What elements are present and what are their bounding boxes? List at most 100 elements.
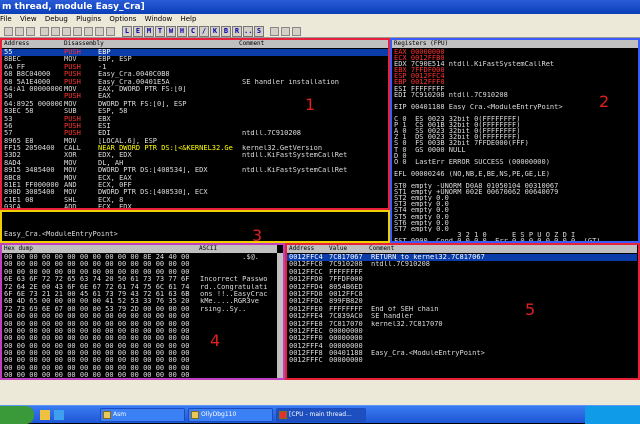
disassembly-list[interactable]: 55 PUSH EBP 8BEC MOV EBP, ESP 6A FF PUSH -1 68 B8… — [2, 49, 388, 208]
toolbar-btn-k[interactable]: K — [210, 26, 220, 37]
disasm-row[interactable]: 57 PUSH EDI ntdll.7C910208 — [2, 130, 388, 137]
toolbar-btn-c[interactable]: C — [188, 26, 198, 37]
disasm-row[interactable]: C1E1 08 SHL ECX, 8 — [2, 197, 388, 204]
stack-pane[interactable]: Address Value Comment 0012FFC4 7C817067 RE… — [285, 243, 640, 380]
disasm-row[interactable]: 55 PUSH EBP — [2, 49, 388, 57]
dump-row[interactable]: 00 00 00 00 00 00 00 00 00 00 00 00 00 0… — [4, 335, 276, 342]
registers-list[interactable]: EAX 00000000 ECX 0012FFB0 EDX 7C90E514 ntd… — [394, 49, 638, 241]
stack-row[interactable]: 0012FFDC 899FB820 — [287, 298, 637, 305]
toolbar-btn-h[interactable]: H — [177, 26, 187, 37]
dump-row[interactable]: 00 00 00 00 00 00 00 00 00 00 00 00 00 0… — [4, 365, 276, 372]
stack-row[interactable]: 0012FFE4 7C839AC0 SE handler — [287, 313, 637, 320]
disasm-row[interactable]: 64:A1 00000000 MOV EAX, DWORD PTR FS:[0] — [2, 86, 388, 93]
col-stack-comment[interactable]: Comment — [367, 245, 637, 253]
pause-icon[interactable] — [51, 27, 60, 36]
disasm-row[interactable]: FF15 2050400 CALL NEAR DWORD PTR DS:[<&KER… — [2, 145, 388, 152]
dump-row[interactable]: 72 73 69 6E 67 00 00 00 53 79 2D 00 00 0… — [4, 306, 276, 313]
stack-row[interactable]: 0012FFF0 00000000 — [287, 335, 637, 342]
disasm-row[interactable]: 33D2 XOR EDX, EDX ntdll.KiFastSystemCallRet — [2, 152, 388, 159]
toolbar-btn-w[interactable]: W — [166, 26, 176, 37]
options-icon[interactable] — [270, 27, 279, 36]
toolbar-btn-b[interactable]: B — [221, 26, 231, 37]
disasm-row[interactable]: 53 PUSH EBX — [2, 116, 388, 123]
menu-options[interactable]: Options — [109, 15, 136, 23]
menu-view[interactable]: View — [20, 15, 37, 23]
disasm-row[interactable]: 8965 E8 MOV [LOCAL.6], ESP — [2, 138, 388, 145]
registers-pane[interactable]: Registers (FPU) EAX 00000000 ECX 0012FFB0… — [390, 38, 640, 243]
step-into-icon[interactable] — [62, 27, 71, 36]
disasm-row[interactable]: 8BEC MOV EBP, ESP — [2, 56, 388, 63]
disasm-row[interactable]: 8AD4 MOV DL, AH — [2, 160, 388, 167]
toolbar-btn-e[interactable]: E — [133, 26, 143, 37]
dump-pane[interactable]: Hex dump ASCII 00 00 00 00 00 00 00 00 0… — [0, 243, 285, 380]
col-stack-address[interactable]: Address — [287, 245, 327, 253]
dump-scrollbar[interactable] — [277, 253, 283, 378]
open-icon[interactable] — [4, 27, 13, 36]
stack-row[interactable]: 0012FFFC 00000000 — [287, 357, 637, 364]
dump-row[interactable]: 00 00 00 00 00 00 00 00 00 00 00 00 00 0… — [4, 350, 276, 357]
dump-row[interactable]: 00 00 00 00 00 00 00 00 00 00 00 00 00 0… — [4, 343, 276, 350]
quicklaunch-icon[interactable] — [54, 410, 64, 420]
stack-list[interactable]: 0012FFC4 7C817067 RETURN to kernel32.7C817… — [287, 254, 637, 365]
dump-row[interactable]: 00 00 00 00 00 00 00 00 00 00 00 00 00 0… — [4, 269, 276, 276]
close-icon[interactable] — [26, 27, 35, 36]
dump-row[interactable]: 00 00 00 00 00 00 00 00 00 00 00 00 00 0… — [4, 261, 276, 268]
execute-till-return-icon[interactable] — [106, 27, 115, 36]
toolbar-btn-t[interactable]: T — [155, 26, 165, 37]
disasm-row[interactable]: 64:8925 000000 MOV DWORD PTR FS:[0], ESP — [2, 101, 388, 108]
dump-row[interactable]: 00 00 00 00 00 00 00 00 00 00 00 00 00 0… — [4, 313, 276, 320]
trace-over-icon[interactable] — [95, 27, 104, 36]
start-button[interactable] — [0, 406, 34, 424]
stack-row[interactable]: 0012FFF8 00401188 Easy_Cra.<ModuleEntryPoi… — [287, 350, 637, 357]
dump-row[interactable]: 00 00 00 00 00 00 00 00 00 00 00 8E 24 4… — [4, 254, 276, 261]
col-comment[interactable]: Comment — [237, 40, 388, 48]
disasm-row[interactable]: 83EC 58 SUB ESP, 58 — [2, 108, 388, 115]
help-icon[interactable] — [292, 27, 301, 36]
disasm-row[interactable]: 81E1 FF000000 AND ECX, 0FF — [2, 182, 388, 189]
disasm-row[interactable]: 8915 3485400 MOV DWORD PTR DS:[408534], ED… — [2, 167, 388, 174]
dump-row[interactable]: 00 00 00 00 00 00 00 00 00 00 00 00 00 0… — [4, 357, 276, 364]
stack-row[interactable]: 0012FFD0 7FFDF000 — [287, 276, 637, 283]
dump-row[interactable]: 00 00 00 00 00 00 00 00 00 00 00 00 00 0… — [4, 321, 276, 328]
col-address[interactable]: Address — [2, 40, 62, 48]
stack-row[interactable]: 0012FFD8 0012FFC8 — [287, 291, 637, 298]
menu-window[interactable]: Window — [145, 15, 173, 23]
col-ascii[interactable]: ASCII — [197, 245, 277, 253]
disasm-row[interactable]: 50 PUSH EAX — [2, 93, 388, 100]
toolbar-btn-l[interactable]: L — [122, 26, 132, 37]
disasm-row[interactable]: 68 5A1E4000 PUSH Easy_Cra.00401E5A SE handl… — [2, 79, 388, 86]
col-disassembly[interactable]: Disassembly — [62, 40, 237, 48]
taskbar-item-ollydbg[interactable]: OllyDbg110 — [188, 408, 273, 422]
disasm-row[interactable]: 6A FF PUSH -1 — [2, 64, 388, 71]
taskbar-item-cpu[interactable]: [CPU - main thread... — [276, 408, 366, 422]
stack-row[interactable]: 0012FFE0 FFFFFFFF End of SEH chain — [287, 306, 637, 313]
taskbar-item-asm[interactable]: Asm — [100, 408, 185, 422]
trace-into-icon[interactable] — [84, 27, 93, 36]
dump-row[interactable]: 6B 4D 65 00 00 00 00 00 41 52 53 33 76 3… — [4, 298, 276, 305]
stack-row[interactable]: 0012FFCC FFFFFFFF — [287, 269, 637, 276]
menu-debug[interactable]: Debug — [45, 15, 68, 23]
quicklaunch-icon[interactable] — [40, 410, 50, 420]
dump-row[interactable]: 00 00 00 00 00 00 00 00 00 00 00 00 00 0… — [4, 372, 276, 378]
step-over-icon[interactable] — [73, 27, 82, 36]
restart-icon[interactable] — [15, 27, 24, 36]
stack-row[interactable]: 0012FFEC 00000000 — [287, 328, 637, 335]
menu-plugins[interactable]: Plugins — [76, 15, 101, 23]
stack-row[interactable]: 0012FFF4 00000000 — [287, 343, 637, 350]
menu-help[interactable]: Help — [180, 15, 196, 23]
col-stack-value[interactable]: Value — [327, 245, 367, 253]
dump-row[interactable]: 6F 6E 73 21 21 00 45 61 73 79 43 72 61 6… — [4, 291, 276, 298]
toolbar-btn-s[interactable]: S — [254, 26, 264, 37]
dump-row[interactable]: 72 64 2E 00 43 6F 6E 67 72 61 74 75 6C 6… — [4, 284, 276, 291]
dump-row[interactable]: 6E 63 6F 72 72 65 63 74 20 50 61 73 73 7… — [4, 276, 276, 283]
dump-row[interactable]: 00 00 00 00 00 00 00 00 00 00 00 00 00 0… — [4, 328, 276, 335]
disasm-row[interactable]: 8BC8 MOV ECX, EAX — [2, 175, 388, 182]
disassembly-pane[interactable]: Address Disassembly Comment 55 PUSH EBP 8BE… — [0, 38, 390, 210]
disasm-row[interactable]: 890D 3085400 MOV DWORD PTR DS:[408530], EC… — [2, 189, 388, 196]
stack-row[interactable]: 0012FFC4 7C817067 RETURN to kernel32.7C817… — [287, 254, 637, 262]
stack-row[interactable]: 0012FFE8 7C817070 kernel32.7C817070 — [287, 321, 637, 328]
stack-row[interactable]: 0012FFC8 7C910208 ntdll.7C910208 — [287, 261, 637, 268]
toolbar-btn-r[interactable]: R — [232, 26, 242, 37]
toolbar-btn-m[interactable]: M — [144, 26, 154, 37]
col-hex-dump[interactable]: Hex dump — [2, 245, 197, 253]
